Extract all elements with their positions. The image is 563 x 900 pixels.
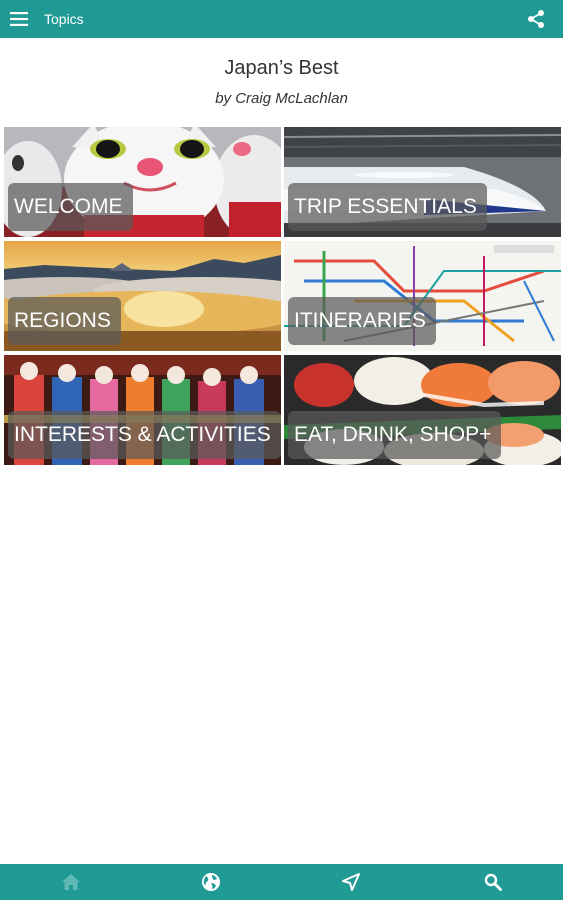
tile-regions[interactable]: REGIONS: [4, 241, 281, 351]
app-screen: Topics Japan’s Best by Craig McLachlan W…: [0, 0, 563, 900]
globe-icon: [202, 873, 220, 891]
book-title: Japan’s Best: [224, 57, 339, 79]
nav-locate-button[interactable]: [339, 871, 363, 893]
nav-search-button[interactable]: [481, 871, 505, 893]
tile-label: WELCOME: [8, 183, 133, 231]
tile-label: TRIP ESSENTIALS: [288, 183, 487, 231]
bottom-nav-bar: [0, 864, 563, 900]
book-author: by Craig McLachlan: [215, 90, 348, 107]
tile-eat-drink-shop[interactable]: EAT, DRINK, SHOP+: [284, 355, 561, 465]
tile-trip-essentials[interactable]: TRIP ESSENTIALS: [284, 127, 561, 237]
tile-welcome[interactable]: WELCOME: [4, 127, 281, 237]
tile-label: REGIONS: [8, 297, 121, 345]
top-app-bar: Topics: [0, 0, 563, 38]
search-icon: [484, 873, 502, 891]
tile-itineraries[interactable]: ITINERARIES: [284, 241, 561, 351]
tile-interests-activities[interactable]: INTERESTS & ACTIVITIES: [4, 355, 281, 465]
location-arrow-icon: [342, 873, 360, 891]
tile-label: ITINERARIES: [288, 297, 436, 345]
home-icon: [62, 874, 80, 890]
hamburger-menu-icon: [10, 12, 28, 26]
tile-label: INTERESTS & ACTIVITIES: [8, 411, 281, 459]
nav-globe-button[interactable]: [199, 871, 223, 893]
nav-home-button[interactable]: [59, 871, 83, 893]
share-icon: [528, 10, 544, 28]
tile-label: EAT, DRINK, SHOP+: [288, 411, 502, 459]
share-button[interactable]: [525, 8, 547, 30]
topbar-title: Topics: [44, 11, 84, 27]
menu-button[interactable]: [9, 9, 29, 29]
